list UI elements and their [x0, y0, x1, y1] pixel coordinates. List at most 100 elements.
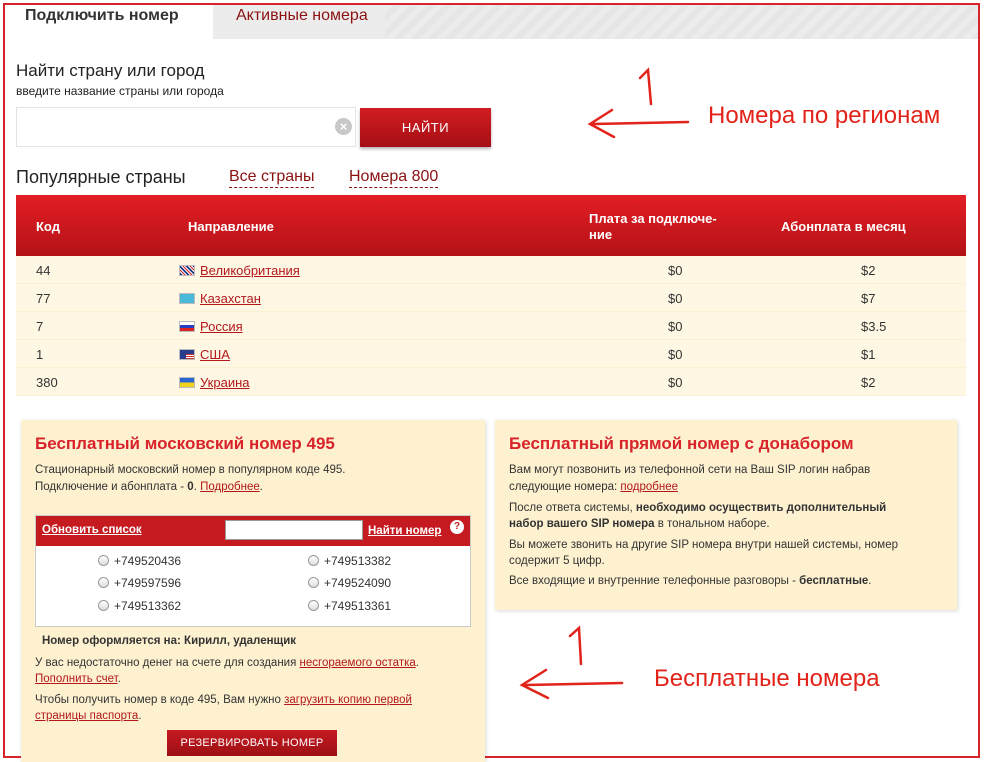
radio-icon[interactable] [308, 600, 319, 611]
country-table: Код Направление Плата за подключе- ние А… [16, 195, 966, 396]
number-value: +749524090 [324, 576, 392, 590]
moscow-line2-end: . [259, 481, 263, 493]
direction-cell: Россия [179, 319, 243, 334]
direct-p2-bold: необходимо осуществить дополнительный [635, 502, 887, 514]
refresh-list-link[interactable]: Обновить список [42, 524, 142, 536]
number-option[interactable]: +749513362 [98, 599, 181, 613]
us-flag-icon [179, 349, 195, 360]
reserve-number-button[interactable]: РЕЗЕРВИРОВАТЬ НОМЕР [167, 730, 337, 756]
number-value: +749520436 [114, 554, 182, 568]
tab-connect-number[interactable]: Подключить номер [5, 5, 213, 39]
direct-number-panel: Бесплатный прямой номер с донабором Вам … [495, 420, 957, 610]
header-connection-fee-line2: ние [589, 227, 613, 242]
help-icon[interactable]: ? [450, 520, 464, 534]
header-monthly-fee: Абонплата в месяц [781, 219, 906, 234]
monthly-cell: $2 [861, 375, 876, 390]
table-row: 1 США $0 $1 [16, 340, 966, 368]
topup-end: . [117, 673, 121, 685]
code-cell: 380 [36, 375, 58, 390]
search-title: Найти страну или город [16, 61, 205, 80]
number-option[interactable]: +749524090 [308, 576, 391, 590]
country-link[interactable]: Казахстан [200, 291, 261, 306]
direct-panel-title: Бесплатный прямой номер с донабором [509, 434, 854, 453]
header-connection-fee-line1: Плата за подключе- [589, 211, 717, 226]
direct-p3-line1: Вы можете звонить на другие SIP номера в… [509, 539, 898, 551]
radio-icon[interactable] [308, 555, 319, 566]
direct-p2-text: После ответа системы, [509, 502, 636, 514]
insufficient-funds-text: У вас недостаточно денег на счете для со… [35, 655, 419, 672]
direct-p4-text: Все входящие и внутренние телефонные раз… [509, 575, 800, 587]
radio-icon[interactable] [98, 555, 109, 566]
fee-cell: $0 [668, 319, 683, 334]
moscow-description-line2: Подключение и абонплата - 0. Подробнее. [35, 479, 263, 496]
direct-details-link[interactable]: подробнее [620, 481, 678, 493]
all-countries-link[interactable]: Все страны [229, 168, 315, 188]
header-direction: Направление [188, 219, 274, 234]
number-owner: Номер оформляется на: Кирилл, удаленщик [42, 635, 297, 647]
table-row: 44 Великобритания $0 $2 [16, 256, 966, 284]
direct-p1-line1: Вам могут позвонить из телефонной сети н… [509, 464, 871, 476]
number-value: +749513382 [324, 554, 392, 568]
direct-p2-bold2: набор вашего SIP номера [509, 518, 655, 530]
number-filter-input[interactable] [225, 520, 363, 540]
direction-cell: Украина [179, 375, 250, 390]
annotation-free-numbers-label: Бесплатные номера [654, 665, 880, 692]
tab-active-numbers[interactable]: Активные номера [216, 5, 388, 39]
popular-countries-title: Популярные страны [16, 167, 186, 187]
country-link[interactable]: Великобритания [200, 263, 300, 278]
number-value: +749513362 [114, 599, 182, 613]
direct-p2-line2: набор вашего SIP номера в тональном набо… [509, 516, 770, 533]
table-header: Код Направление Плата за подключе- ние А… [16, 195, 966, 256]
tab-bar-background [385, 5, 978, 39]
insufficient-funds-end: . [415, 657, 419, 669]
kz-flag-icon [179, 293, 195, 304]
code-cell: 1 [36, 347, 44, 362]
radio-icon[interactable] [308, 577, 319, 588]
upload-passport-link[interactable]: загрузить копию первой [284, 694, 412, 706]
ru-flag-icon [179, 321, 195, 332]
direction-cell: США [179, 347, 230, 362]
direct-p2-end: в тональном наборе. [654, 518, 770, 530]
table-row: 7 Россия $0 $3.5 [16, 312, 966, 340]
upload-passport-link-cont[interactable]: страницы паспорта [35, 710, 138, 722]
monthly-cell: $2 [861, 263, 876, 278]
direct-p4-bold: бесплатные [799, 575, 869, 587]
insufficient-funds-label: У вас недостаточно денег на счете для со… [35, 657, 300, 669]
direct-p4-end: . [868, 575, 872, 587]
monthly-cell: $7 [861, 291, 876, 306]
header-code: Код [36, 219, 60, 234]
number-option[interactable]: +749597596 [98, 576, 181, 590]
search-subtitle: введите название страны или города [16, 84, 224, 98]
find-number-link[interactable]: Найти номер [368, 525, 441, 537]
passport-text: Чтобы получить номер в коде 495, Вам нуж… [35, 694, 285, 706]
gb-flag-icon [179, 265, 195, 276]
moscow-line2-text: Подключение и абонплата - [35, 481, 188, 493]
fee-cell: $0 [668, 291, 683, 306]
topup-link[interactable]: Пополнить счет [35, 673, 118, 685]
direct-p4: Все входящие и внутренние телефонные раз… [509, 573, 872, 590]
number-selector-header: Обновить список Найти номер ? [36, 516, 470, 546]
number-option[interactable]: +749513361 [308, 599, 391, 613]
fee-cell: $0 [668, 347, 683, 362]
radio-icon[interactable] [98, 577, 109, 588]
radio-icon[interactable] [98, 600, 109, 611]
numbers-800-link[interactable]: Номера 800 [349, 168, 439, 188]
fireproof-balance-link[interactable]: несгораемого остатка [300, 657, 416, 669]
number-value: +749597596 [114, 576, 182, 590]
passport-end: . [138, 710, 142, 722]
annotation-regions-label: Номера по регионам [708, 102, 941, 129]
country-link[interactable]: Украина [200, 375, 250, 390]
fee-cell: $0 [668, 375, 683, 390]
fee-cell: $0 [668, 263, 683, 278]
direct-p1-text: следующие номера: [509, 481, 621, 493]
number-option[interactable]: +749513382 [308, 554, 391, 568]
find-button[interactable]: НАЙТИ [360, 108, 491, 147]
country-link[interactable]: Россия [200, 319, 243, 334]
code-cell: 7 [36, 319, 44, 334]
moscow-details-link[interactable]: Подробнее [200, 481, 260, 493]
clear-icon[interactable]: × [335, 118, 352, 135]
country-search-input[interactable] [16, 107, 356, 147]
number-option[interactable]: +749520436 [98, 554, 181, 568]
monthly-cell: $1 [861, 347, 876, 362]
country-link[interactable]: США [200, 347, 230, 362]
